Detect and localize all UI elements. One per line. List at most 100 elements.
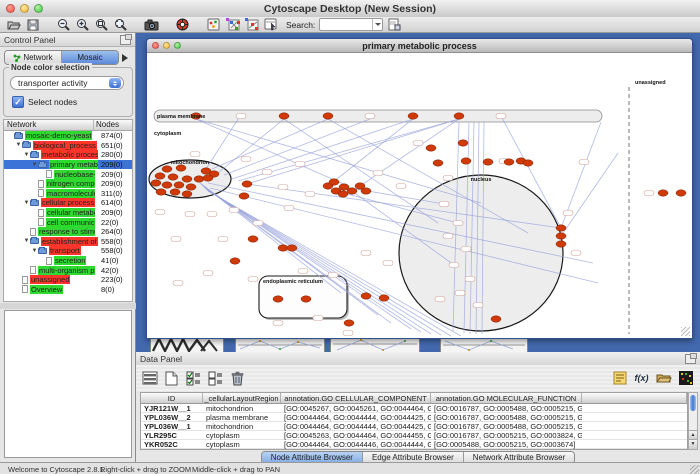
node-pill[interactable] — [241, 157, 251, 162]
window-titlebar[interactable]: Cytoscape Desktop (New Session) — [0, 0, 700, 18]
gene-node[interactable] — [329, 179, 339, 185]
window-resize-grip[interactable] — [690, 465, 699, 474]
column-header[interactable]: _cellularLayoutRegion — [203, 393, 281, 403]
gene-node[interactable] — [347, 188, 357, 194]
tree-row[interactable]: response to stimulu264(0) — [4, 227, 132, 237]
node-pill[interactable] — [413, 141, 423, 146]
float-panel-icon[interactable] — [120, 35, 131, 45]
node-pill[interactable] — [449, 263, 459, 268]
column-header[interactable]: ID — [141, 393, 203, 403]
gene-node[interactable] — [491, 316, 501, 322]
gene-node[interactable] — [408, 113, 418, 119]
snapshot-icon[interactable] — [144, 18, 159, 31]
table-vertical-scrollbar[interactable]: ▲ ▼ — [688, 392, 698, 450]
node-pill[interactable] — [253, 221, 263, 226]
tree-row[interactable]: multi-organism pro42(0) — [4, 265, 132, 275]
node-pill[interactable] — [328, 273, 338, 278]
node-pill[interactable] — [248, 277, 258, 282]
node-pill[interactable] — [365, 114, 375, 119]
gene-node[interactable] — [168, 174, 178, 180]
node-pill[interactable] — [295, 162, 305, 167]
node-pill[interactable] — [473, 303, 483, 308]
gene-node[interactable] — [174, 182, 184, 188]
node-pill[interactable] — [171, 237, 181, 242]
float-panel-icon[interactable] — [685, 354, 696, 364]
scrollbar-thumb[interactable] — [690, 395, 696, 411]
gene-node[interactable] — [461, 158, 471, 164]
column-header[interactable]: annotation.GO CELLULAR_COMPONENT — [281, 393, 431, 403]
node-pill[interactable] — [455, 291, 465, 296]
tree-row[interactable]: ▼biological_process651(0) — [4, 141, 132, 151]
node-pill[interactable] — [435, 297, 445, 302]
zoom-in-icon[interactable] — [75, 18, 90, 31]
expander-icon[interactable]: ▼ — [15, 142, 22, 148]
gene-node[interactable] — [151, 180, 161, 186]
table-row[interactable]: YDR039C__1mitochondrion[GO:0044464, GO:0… — [141, 449, 687, 450]
frame-resize-grip[interactable] — [681, 327, 690, 336]
node-pill[interactable] — [185, 212, 195, 217]
gene-node[interactable] — [658, 190, 668, 196]
gene-node[interactable] — [186, 184, 196, 190]
node-pill[interactable] — [218, 237, 228, 242]
gene-node[interactable] — [273, 296, 283, 302]
save-session-icon[interactable] — [25, 18, 40, 31]
label-icon[interactable] — [611, 370, 628, 386]
network-canvas[interactable]: plasma membranecytoplasmmitochondrionnuc… — [148, 53, 690, 337]
tree-row[interactable]: nucleobase-209(0) — [4, 169, 132, 179]
gene-node[interactable] — [361, 188, 371, 194]
gene-node[interactable] — [155, 173, 165, 179]
save-attributes-icon[interactable] — [387, 18, 402, 31]
search-input[interactable] — [320, 19, 372, 30]
gene-node[interactable] — [248, 236, 258, 242]
edge[interactable] — [212, 119, 328, 169]
gene-node[interactable] — [162, 182, 172, 188]
gene-node[interactable] — [182, 176, 192, 182]
edge[interactable] — [247, 119, 459, 184]
expander-icon[interactable]: ▼ — [23, 152, 30, 158]
zoom-selected-icon[interactable] — [94, 18, 109, 31]
column-header[interactable] — [582, 393, 687, 403]
node-pill[interactable] — [298, 269, 308, 274]
node-pill[interactable] — [579, 160, 589, 165]
tree-row[interactable]: ▼establishment of lo558(0) — [4, 237, 132, 247]
network-view-titlebar[interactable]: primary metabolic process — [147, 39, 692, 53]
birds-eye-view[interactable] — [4, 310, 132, 458]
gene-node[interactable] — [361, 293, 371, 299]
gene-node[interactable] — [156, 189, 166, 195]
gene-node[interactable] — [182, 191, 192, 197]
node-pill[interactable] — [396, 184, 406, 189]
node-pill[interactable] — [383, 261, 393, 266]
node-pill[interactable] — [207, 212, 217, 217]
gene-node[interactable] — [162, 166, 172, 172]
edge-annotation-icon[interactable] — [244, 18, 259, 31]
gene-node[interactable] — [556, 233, 566, 239]
gene-node[interactable] — [230, 258, 240, 264]
gene-node[interactable] — [426, 145, 436, 151]
gene-node[interactable] — [170, 189, 180, 195]
node-pill[interactable] — [236, 114, 246, 119]
tree-row[interactable]: cellular metabo209(0) — [4, 208, 132, 218]
node-pill[interactable] — [313, 316, 323, 321]
delete-attribute-icon[interactable] — [229, 370, 246, 386]
open-file-icon[interactable] — [6, 18, 21, 31]
node-pill[interactable] — [453, 221, 463, 226]
node-pill[interactable] — [563, 211, 573, 216]
gene-node[interactable] — [523, 160, 533, 166]
tree-row[interactable]: ▼transport558(0) — [4, 246, 132, 256]
unselect-attributes-icon[interactable] — [207, 370, 224, 386]
gene-node[interactable] — [323, 113, 333, 119]
tree-row[interactable]: nitrogen compo209(0) — [4, 179, 132, 189]
node-pill[interactable] — [155, 210, 165, 215]
node-pill[interactable] — [203, 271, 213, 276]
node-pill[interactable] — [571, 251, 581, 256]
node-pill[interactable] — [173, 281, 183, 286]
gene-node[interactable] — [379, 295, 389, 301]
column-header[interactable]: annotation.GO MOLECULAR_FUNCTION — [431, 393, 582, 403]
node-pill[interactable] — [361, 251, 371, 256]
expander-icon[interactable]: ▼ — [23, 238, 30, 244]
gene-node[interactable] — [338, 191, 348, 197]
network-tree-header[interactable]: Network Nodes — [3, 119, 133, 131]
node-pill[interactable] — [439, 202, 449, 207]
create-new-attribute-icon[interactable] — [163, 370, 180, 386]
node-pill[interactable] — [461, 247, 471, 252]
